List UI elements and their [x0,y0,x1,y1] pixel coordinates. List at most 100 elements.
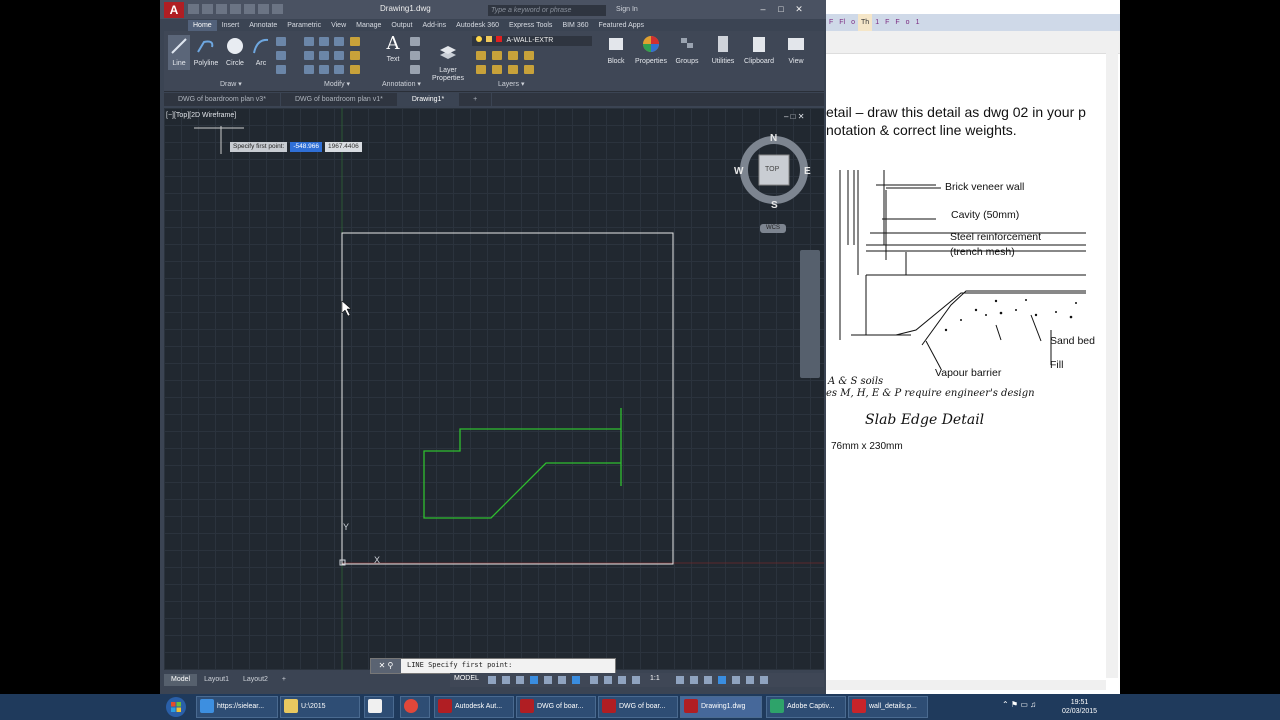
annotation-scale[interactable]: 1:1 [650,675,660,682]
search-input[interactable]: Type a keyword or phrase [488,5,606,16]
file-tab-active[interactable]: Drawing1* [397,93,460,106]
command-line[interactable]: ✕ ⚲ LINE Specify first point: [370,658,616,674]
boundary-icon[interactable] [276,65,286,74]
system-clock[interactable]: 19:51 02/03/2015 [1062,698,1097,716]
taskbar-item-drawing1[interactable]: Drawing1.dwg [680,696,762,718]
dimension-icon[interactable] [410,37,420,46]
rectangle-icon[interactable] [276,37,286,46]
ortho-icon[interactable] [516,676,524,684]
new-icon[interactable] [188,4,199,14]
layer-dropdown[interactable]: A-WALL-EXTR [472,36,592,46]
isodraft-icon[interactable] [544,676,552,684]
navigation-bar[interactable] [800,250,820,378]
array-icon[interactable] [334,65,344,74]
add-layout-button[interactable]: + [274,674,294,686]
layout2-tab[interactable]: Layout2 [236,674,275,686]
x-coordinate-input[interactable]: -548.966 [290,142,322,152]
workspace-gear-icon[interactable] [676,676,684,684]
annotation-visibility-icon[interactable] [632,676,640,684]
taskbar-item-ie[interactable]: https://sielear... [196,696,278,718]
scale-icon[interactable] [319,65,329,74]
trim-icon[interactable] [334,37,344,46]
autocad-logo-icon[interactable]: A [164,2,184,18]
viewcube-top-face[interactable]: TOP [765,166,779,173]
file-tab[interactable]: DWG of boardroom plan v3* [164,93,281,106]
new-tab-button[interactable]: + [459,93,493,106]
browser-tab[interactable]: o [903,14,913,31]
sign-in-link[interactable]: Sign In [616,6,638,13]
vertical-scrollbar[interactable] [1106,53,1118,678]
explode-icon[interactable] [350,51,360,60]
draw-panel-title[interactable]: Draw ▾ [220,80,242,88]
text-tool[interactable]: A Text [382,35,404,64]
layout1-tab[interactable]: Layout1 [197,674,236,686]
compass-w[interactable]: W [734,166,743,177]
line-tool[interactable]: Line [168,35,190,70]
table-icon[interactable] [410,65,420,74]
mirror-icon[interactable] [319,51,329,60]
hatch-icon[interactable] [276,51,286,60]
properties-tool[interactable]: Properties [634,35,668,65]
model-tab[interactable]: Model [164,674,198,686]
layer-isolate-icon[interactable] [508,51,518,60]
modify-panel-title[interactable]: Modify ▾ [324,80,350,88]
utilities-tool[interactable]: Utilities [708,35,738,65]
browser-tab[interactable]: F [826,14,836,31]
clean-screen-icon[interactable] [746,676,754,684]
print-icon[interactable] [244,4,255,14]
command-line-buttons[interactable]: ✕ ⚲ [371,659,401,673]
taskbar-item-captivate[interactable]: Adobe Captiv... [766,696,846,718]
layer-off-icon[interactable] [492,51,502,60]
file-tab[interactable]: DWG of boardroom plan v1* [281,93,398,106]
annotation-panel-title[interactable]: Annotation ▾ [382,80,421,88]
browser-tab[interactable]: Fl [836,14,848,31]
layer-state-icon[interactable] [476,51,486,60]
drawing-viewport[interactable]: [−][Top][2D Wireframe] – □ ✕ Y X Specify… [164,108,824,670]
annotation-monitor-icon[interactable] [690,676,698,684]
circle-tool[interactable]: Circle [222,37,248,67]
layer-properties-tool[interactable]: Layer Properties [430,35,466,83]
groups-tool[interactable]: Groups [672,35,702,65]
arc-tool[interactable]: Arc [250,37,272,67]
polyline-tool[interactable]: Polyline [192,37,220,67]
erase-icon[interactable] [350,37,360,46]
taskbar-item-explorer[interactable]: U:\2015 [280,696,360,718]
customization-icon[interactable] [760,676,768,684]
units-icon[interactable] [704,676,712,684]
browser-tab[interactable]: 1 [913,14,923,31]
compass-n[interactable]: N [770,133,777,144]
undo-icon[interactable] [258,4,269,14]
maximize-icon[interactable]: □ [772,3,790,15]
open-icon[interactable] [202,4,213,14]
grid-icon[interactable] [488,676,496,684]
stretch-icon[interactable] [304,65,314,74]
taskbar-item-autocad[interactable]: Autodesk Aut... [434,696,514,718]
object-snap-icon[interactable] [572,676,580,684]
compass-e[interactable]: E [804,166,811,177]
clipboard-tool[interactable]: Clipboard [742,35,776,65]
taskbar-item-media[interactable] [364,696,394,718]
compass-s[interactable]: S [771,200,778,211]
taskbar-item-pdf[interactable]: wall_details.p... [848,696,928,718]
move-icon[interactable] [304,37,314,46]
minimize-icon[interactable]: – [754,3,772,15]
layer-match-icon[interactable] [476,65,486,74]
view-tool[interactable]: View [782,35,810,65]
block-tool[interactable]: Block [601,35,631,65]
offset-icon[interactable] [350,65,360,74]
browser-tab[interactable]: Th [858,14,873,31]
start-button[interactable] [160,696,192,718]
copy-icon[interactable] [304,51,314,60]
wcs-menu[interactable]: WCS [760,224,786,233]
selection-cycling-icon[interactable] [618,676,626,684]
browser-tab[interactable]: 1 [872,14,882,31]
snap-icon[interactable] [502,676,510,684]
rotate-icon[interactable] [319,37,329,46]
layer-lock-icon[interactable] [508,65,518,74]
save-as-icon[interactable] [230,4,241,14]
layer-previous-icon[interactable] [492,65,502,74]
browser-tab[interactable]: F [882,14,892,31]
leader-icon[interactable] [410,51,420,60]
y-coordinate-input[interactable]: 1967.4406 [324,142,362,152]
transparency-icon[interactable] [604,676,612,684]
